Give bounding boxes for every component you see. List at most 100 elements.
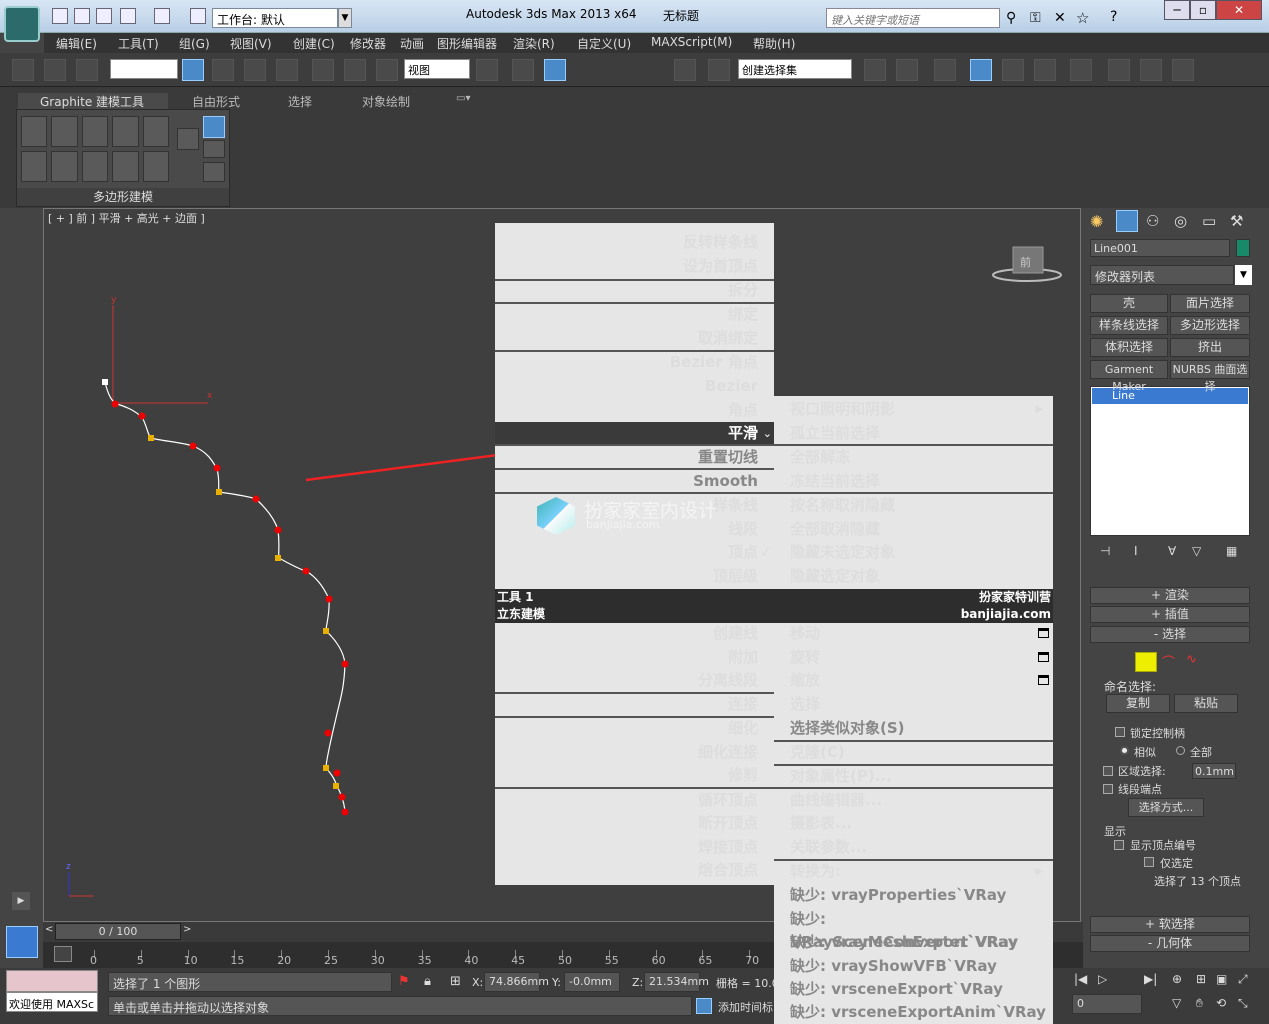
time-slider-next-icon[interactable]: > (183, 924, 191, 935)
spline-subobject-icon[interactable]: ∿ (1186, 652, 1197, 667)
expand-panel-icon[interactable]: ▶ (12, 892, 30, 910)
modifier-list-arrow-icon[interactable]: ▼ (1235, 265, 1252, 285)
modifier-patch-select-button[interactable]: 面片选择 (1170, 294, 1250, 313)
modify-tab-icon[interactable] (1116, 210, 1138, 232)
spline-handle[interactable] (323, 765, 329, 771)
z-coordinate-field[interactable]: 21.534mm (644, 972, 709, 992)
quad-item-right-top[interactable]: 隐藏未选定对象 (774, 541, 1053, 564)
time-tag-icon[interactable] (696, 998, 712, 1014)
select-by-button[interactable]: 选择方式... (1128, 798, 1204, 817)
go-to-start-icon[interactable]: |◀ (1074, 972, 1087, 986)
rollout-geometry[interactable]: - 几何体 (1090, 935, 1250, 952)
quad-item-left-top[interactable]: 角点 (495, 399, 774, 422)
x-coordinate-field[interactable]: 74.866mm (484, 972, 549, 992)
quad-item-left-bottom[interactable]: 细化连接 (495, 741, 774, 764)
configure-modifier-sets-icon[interactable]: ▦ (1226, 544, 1237, 558)
modifier-poly-select-button[interactable]: 多边形选择 (1170, 316, 1250, 335)
rollout-selection[interactable]: - 选择 (1090, 626, 1250, 643)
settings-box-icon[interactable] (1038, 675, 1049, 685)
spline-vertex[interactable] (302, 567, 310, 575)
add-time-tag[interactable]: 添加时间标 (718, 999, 773, 1015)
object-name-field[interactable]: Line001 (1090, 239, 1230, 257)
maximize-viewport-icon[interactable]: ⤢ (1238, 972, 1248, 987)
quad-item-left-top[interactable]: 取消绑定 (495, 327, 774, 350)
pin-stack-icon[interactable]: ⊣ (1100, 544, 1110, 558)
vertex-subobject-icon[interactable] (1135, 652, 1157, 672)
quad-item-right-bottom[interactable]: 曲线编辑器... (774, 789, 1053, 812)
spline-handle[interactable] (216, 489, 222, 495)
quad-item-right-top[interactable]: 孤立当前选择 (774, 422, 1053, 445)
lock-handles-checkbox[interactable] (1115, 727, 1125, 737)
spline-vertices[interactable] (102, 379, 349, 816)
modifier-nurbs-surface-select-button[interactable]: NURBS 曲面选择 (1170, 360, 1250, 393)
copy-button[interactable]: 复制 (1106, 694, 1170, 713)
modifier-extrude-button[interactable]: 挤出 (1170, 338, 1250, 357)
current-frame-field[interactable]: 0 (1072, 994, 1142, 1014)
quad-item-right-bottom[interactable]: 缩放 (774, 669, 1053, 692)
spline-vertex[interactable] (252, 495, 260, 503)
segment-subobject-icon[interactable]: ⌒ (1162, 652, 1175, 671)
welcome-text[interactable]: 欢迎使用 MAXSc (6, 992, 98, 1012)
quad-item-right-top[interactable]: 全部解冻 (774, 446, 1053, 469)
quad-item-right-top[interactable]: 隐藏选定对象 (774, 565, 1053, 588)
quad-item-left-bottom[interactable]: 循环顶点 (495, 789, 774, 812)
spline-handle[interactable] (323, 628, 329, 634)
quad-item-right-bottom[interactable]: 关联参数... (774, 836, 1053, 859)
spline-handle[interactable] (275, 555, 281, 561)
quad-item-right-top[interactable]: 按名称取消隐藏 (774, 494, 1053, 517)
quad-item-left-top[interactable]: Bezier 角点 (495, 351, 774, 374)
isolate-selection-icon[interactable]: ⚑ (398, 974, 410, 989)
hierarchy-tab-icon[interactable]: ⚇ (1146, 212, 1159, 230)
orbit-icon[interactable]: ⟲ (1216, 996, 1226, 1010)
create-tab-icon[interactable]: ✺ (1090, 212, 1103, 231)
quad-item-left-bottom[interactable]: 创建线 (495, 622, 774, 645)
quad-item-right-bottom[interactable]: 移动 (774, 622, 1053, 645)
spline-vertex[interactable] (138, 412, 146, 420)
quad-item-right-top[interactable]: 冻结当前选择 (774, 470, 1053, 493)
viewport-layout-icon[interactable] (6, 926, 38, 958)
rollout-interpolation[interactable]: + 插值 (1090, 606, 1250, 623)
make-unique-icon[interactable]: ∀ (1168, 544, 1176, 558)
time-slider-prev-icon[interactable]: < (45, 924, 53, 935)
spline-vertex[interactable] (324, 729, 332, 737)
quad-item-left-bottom[interactable]: 细化 (495, 717, 774, 740)
segment-end-checkbox[interactable] (1103, 784, 1113, 794)
spline-vertex[interactable] (341, 808, 349, 816)
quad-item-left-top[interactable]: 顶层级 (495, 565, 774, 588)
mini-curve-editor-icon[interactable] (54, 946, 72, 962)
quad-item-right-top[interactable]: 全部取消隐藏 (774, 518, 1053, 541)
similar-radio[interactable] (1120, 746, 1129, 755)
quad-item-left-top[interactable]: 反转样条线 (495, 231, 774, 254)
spline-vertex[interactable] (341, 660, 349, 668)
quad-item-right-bottom[interactable]: 旋转 (774, 646, 1053, 669)
quad-item-left-bottom[interactable]: 分离线段 (495, 669, 774, 692)
modifier-vol-select-button[interactable]: 体积选择 (1090, 338, 1168, 357)
quad-item-left-top[interactable]: 顶点 ✓ (495, 541, 774, 564)
field-of-view-icon[interactable]: ▽ (1172, 996, 1181, 1010)
quad-item-left-top[interactable]: Bezier (495, 375, 774, 398)
quad-item-left-bottom[interactable]: 附加 (495, 646, 774, 669)
quad-item-left-bottom[interactable]: 断开顶点 (495, 812, 774, 835)
modifier-stack[interactable] (1090, 386, 1250, 536)
modifier-list-dropdown[interactable]: 修改器列表 (1090, 265, 1234, 285)
spline-vertex[interactable] (274, 526, 282, 534)
quad-item-right-bottom[interactable]: 克隆(C) (774, 741, 1053, 764)
area-select-checkbox[interactable] (1103, 766, 1113, 776)
zoom-icon[interactable]: ⊕ (1172, 972, 1182, 986)
spline-handle[interactable] (333, 783, 339, 789)
quad-item-right-bottom[interactable]: 选择 (774, 693, 1053, 716)
absolute-mode-icon[interactable]: ⊞ (450, 974, 461, 989)
only-selected-checkbox[interactable] (1144, 857, 1154, 867)
quad-item-right-bottom[interactable]: 转换为: ▶ (774, 860, 1053, 883)
show-vertex-numbers-checkbox[interactable] (1114, 840, 1124, 850)
spline-vertex[interactable] (213, 464, 221, 472)
quad-item-left-bottom[interactable]: 熔合顶点 (495, 859, 774, 882)
modifier-garment-maker-button[interactable]: Garment Maker (1090, 360, 1168, 393)
spline-vertex[interactable] (325, 595, 333, 603)
quad-item-left-top[interactable]: 拆分 (495, 279, 774, 302)
quad-item-left-bottom[interactable]: 连接 (495, 693, 774, 716)
spline-curve[interactable] (104, 381, 346, 813)
rollout-soft-selection[interactable]: + 软选择 (1090, 916, 1250, 933)
object-color-swatch[interactable] (1236, 239, 1250, 257)
maximize-toggle-icon[interactable]: ⤡ (1238, 996, 1248, 1011)
